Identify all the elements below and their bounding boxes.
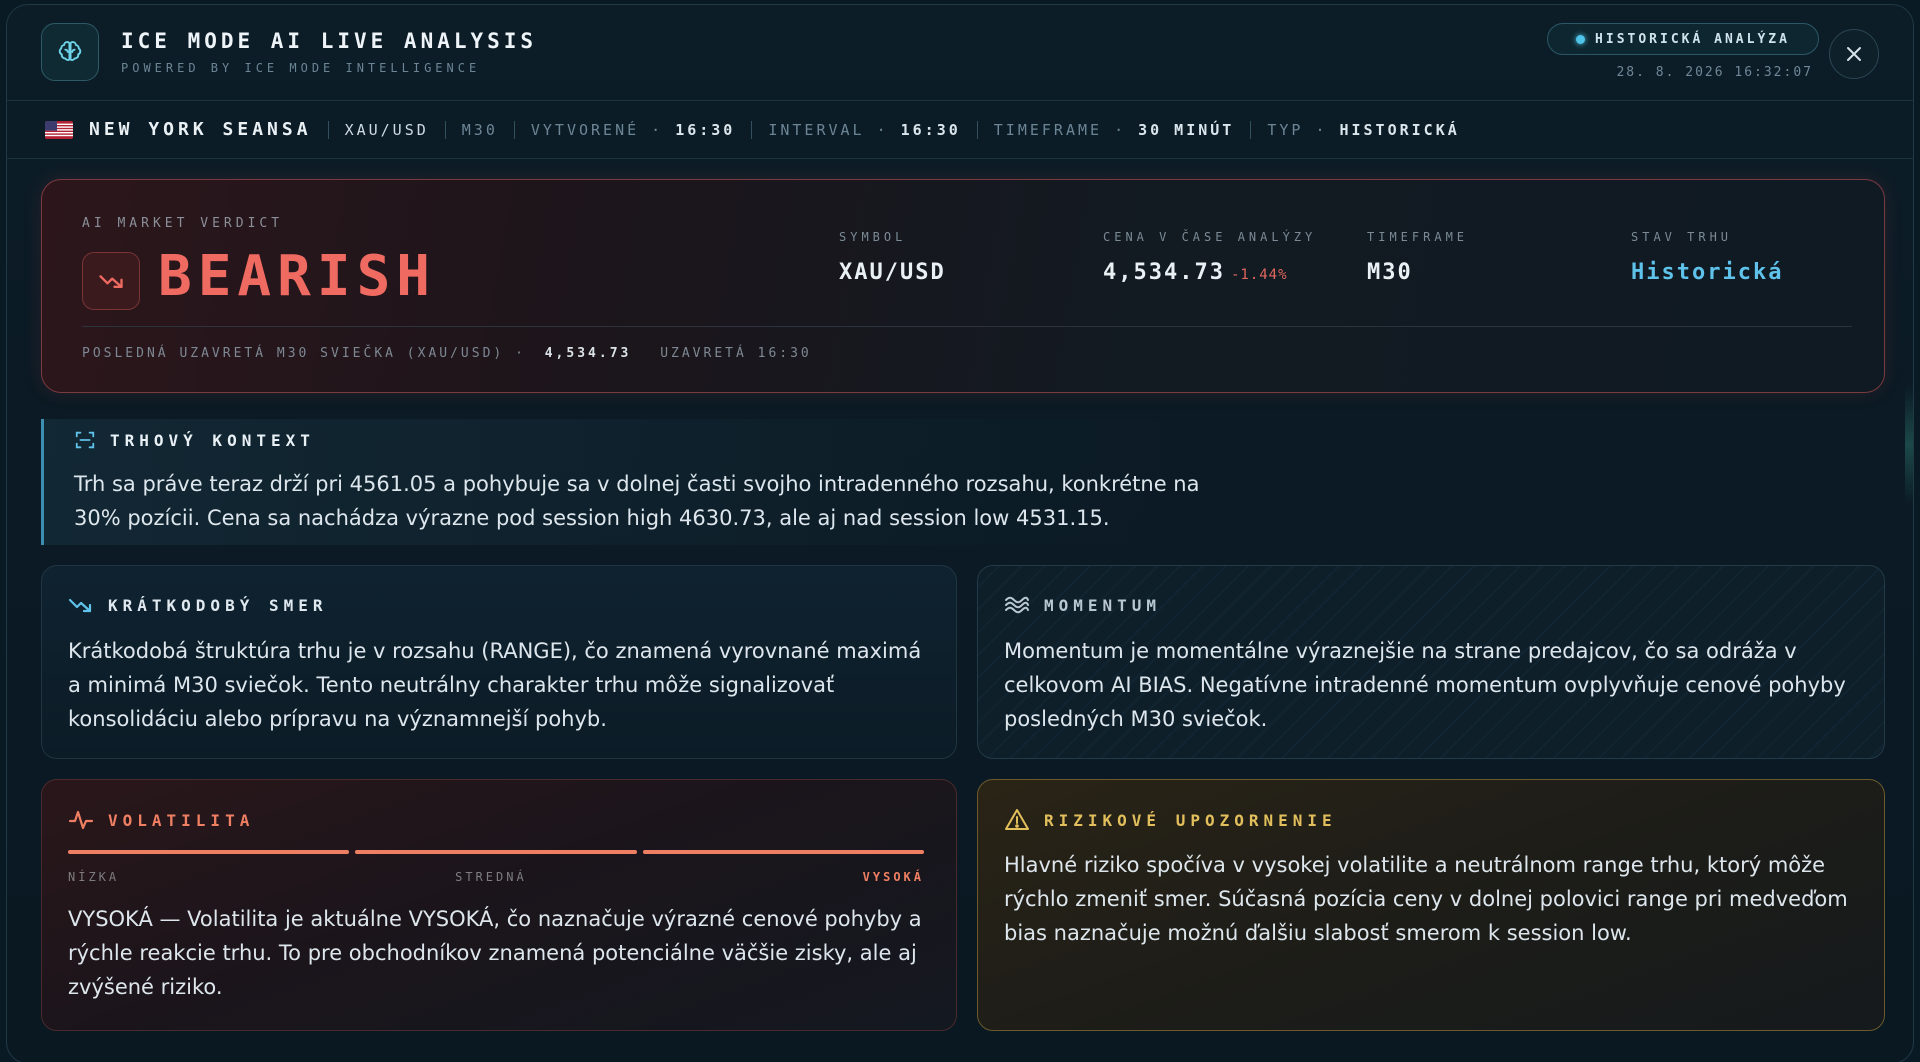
stat-label: SYMBOL <box>839 230 907 244</box>
analysis-modal: ICE MODE AI LIVE ANALYSIS POWERED BY ICE… <box>6 4 1914 1062</box>
section-title: VOLATILITA <box>108 810 255 830</box>
close-button[interactable] <box>1829 29 1879 79</box>
level-mid: STREDNÁ <box>455 870 527 884</box>
trending-down-icon <box>68 598 92 613</box>
stat-value: XAU/USD <box>839 260 946 285</box>
timeframe-value: 30 MINÚT <box>1138 120 1235 139</box>
section-header: TRHOVÝ KONTEXT <box>74 429 315 451</box>
short-term-direction-card: KRÁTKODOBÝ SMER Krátkodobá štruktúra trh… <box>41 565 957 759</box>
dot-separator: · <box>1315 120 1328 139</box>
type-label: TYP <box>1267 120 1304 139</box>
scan-icon <box>75 431 95 449</box>
badge-label: HISTORICKÁ ANALÝZA <box>1595 31 1790 47</box>
risk-warning-card: RIZIKOVÉ UPOZORNENIE Hlavné riziko spočí… <box>977 779 1885 1031</box>
timeframe-label: TIMEFRAME <box>993 120 1103 139</box>
warning-triangle-icon <box>1005 809 1029 830</box>
historical-analysis-badge: HISTORICKÁ ANALÝZA <box>1547 23 1819 55</box>
volatility-segment-low <box>68 850 350 854</box>
dot-separator: · <box>651 120 664 139</box>
brain-icon <box>41 23 99 81</box>
section-header: RIZIKOVÉ UPOZORNENIE <box>1004 808 1337 832</box>
level-high: VYSOKÁ <box>862 870 924 884</box>
section-header: MOMENTUM <box>1004 594 1161 616</box>
section-title: TRHOVÝ KONTEXT <box>110 430 315 450</box>
trending-down-icon <box>82 252 140 310</box>
dot-separator: · <box>1114 120 1127 139</box>
created-label: VYTVORENÉ <box>530 120 640 139</box>
divider <box>976 120 978 139</box>
volatility-levels: NÍZKA STREDNÁ VYSOKÁ <box>68 870 924 884</box>
verdict-label: AI MARKET VERDICT <box>82 216 284 231</box>
session-info-bar: NEW YORK SEANSA XAU/USD M30 VYTVORENÉ · … <box>7 101 1913 159</box>
section-title: RIZIKOVÉ UPOZORNENIE <box>1044 810 1337 830</box>
symbol-tag: XAU/USD <box>344 120 429 139</box>
stat-value: 4,534.73 -1.44% <box>1103 260 1316 285</box>
market-context-section: TRHOVÝ KONTEXT Trh sa práve teraz drží p… <box>41 419 1221 545</box>
divider <box>513 120 515 139</box>
volatility-segment-high <box>642 850 924 854</box>
section-header: VOLATILITA <box>68 808 254 832</box>
app-title: ICE MODE AI LIVE ANALYSIS <box>121 29 538 53</box>
stat-label: STAV TRHU <box>1631 230 1733 244</box>
momentum-card: MOMENTUM Momentum je momentálne výraznej… <box>977 565 1885 759</box>
last-candle-text: POSLEDNÁ UZAVRETÁ M30 SVIEČKA (XAU/USD) … <box>82 346 526 361</box>
verdict-value: BEARISH <box>158 244 437 309</box>
stat-market-state: STAV TRHU Historická <box>1631 230 1783 285</box>
stat-timeframe: TIMEFRAME M30 <box>1367 230 1468 285</box>
stat-price: CENA V ČASE ANALÝZY 4,534.73 -1.44% <box>1103 230 1316 285</box>
divider <box>751 120 753 139</box>
divider <box>444 120 446 139</box>
divider <box>1250 120 1252 139</box>
volatility-card: VOLATILITA NÍZKA STREDNÁ VYSOKÁ VYSOKÁ —… <box>41 779 957 1031</box>
stat-value: M30 <box>1367 260 1413 285</box>
context-text: Trh sa práve teraz drží pri 4561.05 a po… <box>74 472 1200 530</box>
edge-glow <box>1905 385 1913 505</box>
market-verdict-card: AI MARKET VERDICT BEARISH SYMBOL XAU/USD… <box>41 179 1885 393</box>
app-subtitle: POWERED BY ICE MODE INTELLIGENCE <box>121 61 481 75</box>
last-candle-closed: UZAVRETÁ 16:30 <box>660 346 812 361</box>
section-title: MOMENTUM <box>1044 595 1162 615</box>
divider <box>327 120 329 139</box>
risk-text: Hlavné riziko spočíva v vysokej volatili… <box>1004 853 1848 945</box>
close-icon <box>1847 47 1861 61</box>
section-title: KRÁTKODOBÝ SMER <box>108 595 328 615</box>
type-value: HISTORICKÁ <box>1339 120 1460 139</box>
last-candle-price: 4,534.73 <box>544 346 632 361</box>
waves-icon <box>1005 596 1029 614</box>
interval-value: 16:30 <box>900 120 961 139</box>
status-dot-icon <box>1576 34 1586 44</box>
volatility-meter <box>68 850 924 854</box>
momentum-text: Momentum je momentálne výraznejšie na st… <box>1004 639 1846 731</box>
analysis-timestamp: 28. 8. 2026 16:32:07 <box>1616 65 1813 80</box>
dot-separator: · <box>876 120 889 139</box>
interval-label: INTERVAL <box>768 120 865 139</box>
price-value: 4,534.73 <box>1103 260 1225 285</box>
level-low: NÍZKA <box>68 870 120 884</box>
stat-symbol: SYMBOL XAU/USD <box>839 230 946 285</box>
created-value: 16:30 <box>675 120 736 139</box>
last-candle-info: POSLEDNÁ UZAVRETÁ M30 SVIEČKA (XAU/USD) … <box>82 346 812 361</box>
stat-value: Historická <box>1631 260 1784 285</box>
stat-label: TIMEFRAME <box>1367 230 1469 244</box>
session-name: NEW YORK SEANSA <box>89 119 312 140</box>
divider <box>82 326 1852 327</box>
pulse-icon <box>68 810 94 830</box>
timeframe-tag: M30 <box>461 120 498 139</box>
short-term-text: Krátkodobá štruktúra trhu je v rozsahu (… <box>68 639 922 731</box>
volatility-segment-mid <box>355 850 637 854</box>
volatility-text: VYSOKÁ — Volatilita je aktuálne VYSOKÁ, … <box>68 907 922 999</box>
section-header: KRÁTKODOBÝ SMER <box>68 594 328 616</box>
us-flag-icon <box>45 120 73 139</box>
stat-label: CENA V ČASE ANALÝZY <box>1103 230 1317 244</box>
modal-header: ICE MODE AI LIVE ANALYSIS POWERED BY ICE… <box>7 5 1913 101</box>
price-change: -1.44% <box>1230 267 1288 283</box>
